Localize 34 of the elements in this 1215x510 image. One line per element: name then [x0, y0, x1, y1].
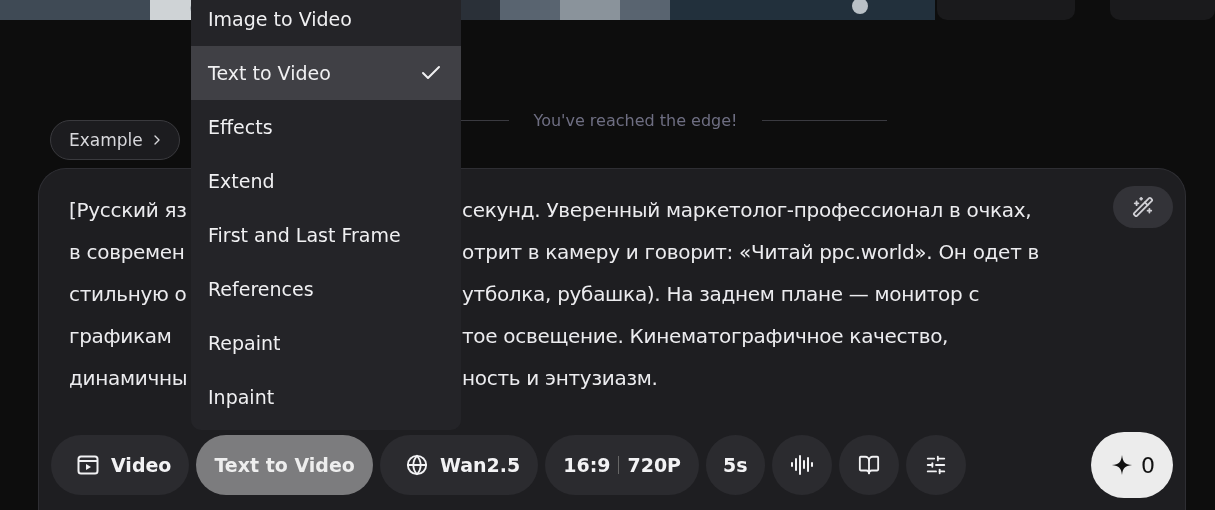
- prompt-text: [Русский яз: [69, 197, 187, 224]
- prompt-text: отрит в камеру и говорит: «Читай ppc.world». Он одет в: [462, 239, 1040, 266]
- prompt-text: ность и энтузиазм.: [462, 365, 658, 392]
- menu-item[interactable]: Inpaint: [191, 370, 461, 424]
- magic-wand-icon: [1132, 196, 1154, 218]
- prompt-text: секунд. Уверенный маркетолог-профессионал в очках,: [462, 197, 1032, 224]
- video-icon: [77, 455, 99, 475]
- menu-item[interactable]: Image to Video: [191, 0, 461, 46]
- end-notice: You've reached the edge!: [533, 110, 738, 130]
- prompt-text: утболка, рубашка). На заднем плане — монитор с: [462, 281, 980, 308]
- enhance-button[interactable]: [1113, 186, 1173, 228]
- prompt-text: динамичны: [69, 365, 188, 392]
- menu-item[interactable]: Repaint: [191, 316, 461, 370]
- book-icon: [857, 454, 880, 476]
- example-button[interactable]: Example: [50, 120, 180, 160]
- prompt-text: стильную о: [69, 281, 187, 308]
- waveform-icon: [789, 453, 814, 477]
- menu-item[interactable]: Effects: [191, 100, 461, 154]
- globe-icon: [405, 454, 428, 476]
- sliders-icon: [924, 454, 947, 476]
- prompt-text: графикам: [69, 323, 172, 350]
- menu-item[interactable]: First and Last Frame: [191, 208, 461, 262]
- resolution-button[interactable]: 16:9 720P: [545, 435, 700, 495]
- menu-item[interactable]: Text to Video: [191, 46, 461, 100]
- credits-button[interactable]: 0: [1091, 432, 1173, 498]
- prompt-text: тое освещение. Кинематографичное качество,: [462, 323, 949, 350]
- mode-dropdown[interactable]: Text to Video: [196, 435, 373, 495]
- menu-item[interactable]: Extend: [191, 154, 461, 208]
- video-type-button[interactable]: Video: [51, 435, 190, 495]
- prompt-text: в современ: [69, 239, 185, 266]
- menu-item[interactable]: References: [191, 262, 461, 316]
- model-button[interactable]: Wan2.5: [379, 435, 539, 495]
- duration-button[interactable]: 5s: [706, 435, 765, 495]
- sparkle-icon: [1111, 454, 1133, 476]
